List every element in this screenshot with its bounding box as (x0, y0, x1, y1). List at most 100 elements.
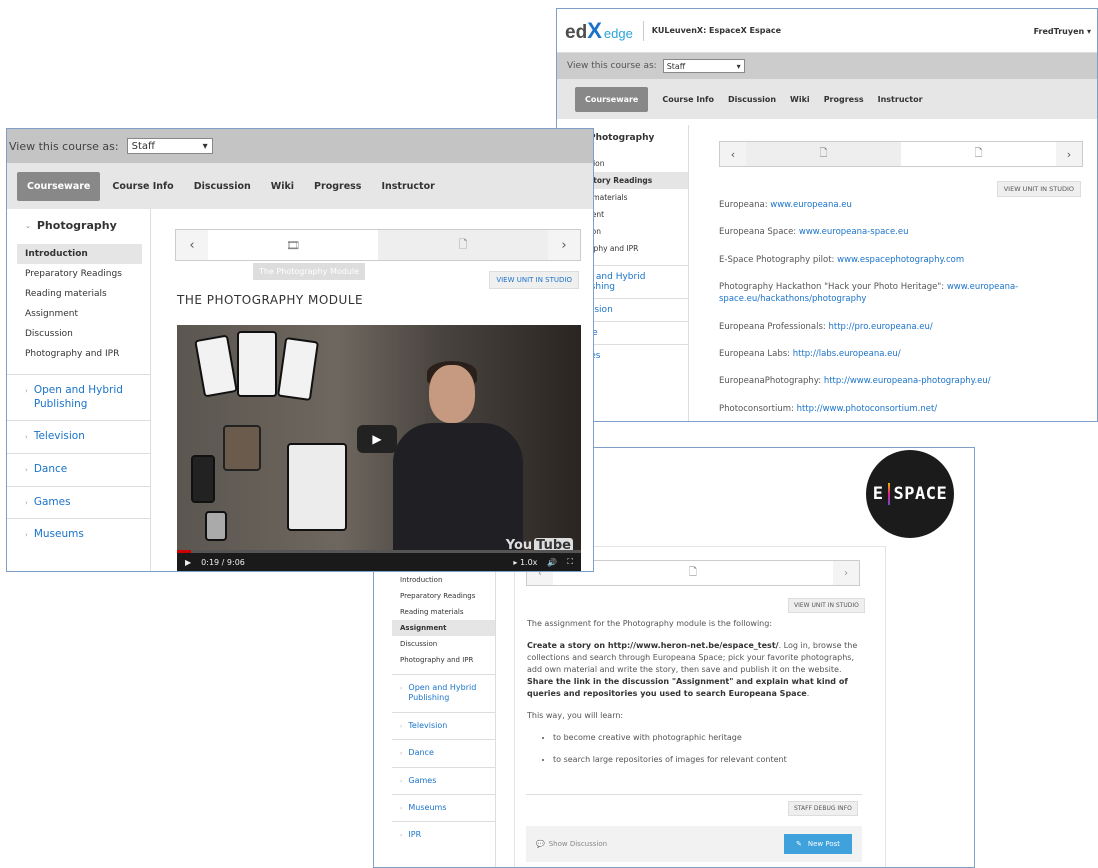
link[interactable]: http://labs.europeana.eu/ (793, 349, 901, 359)
sequence-tab-video[interactable]: 🎞 (208, 230, 378, 260)
view-unit-in-studio-button[interactable]: VIEW UNIT IN STUDIO (788, 598, 865, 613)
outline-item-preparatory-readings[interactable]: Preparatory Readings (392, 588, 495, 604)
phone-image (191, 455, 215, 503)
outline-item-assignment[interactable]: Assignment (7, 304, 142, 324)
course-name: KULeuvenX: EspaceX Espace (651, 26, 782, 35)
speaker (393, 361, 523, 571)
unit-title: THE PHOTOGRAPHY MODULE (177, 293, 364, 307)
chevron-right-icon: › (400, 685, 403, 692)
screenshot-photography-module: View this course as: Staff ▾ Courseware C… (6, 128, 594, 572)
list-item: Europeana Space: www.europeana-space.eu (719, 227, 909, 238)
volume-icon[interactable]: 🔊 (547, 558, 557, 567)
outline-item-discussion[interactable]: Discussion (7, 324, 142, 344)
next-unit-button[interactable]: › (548, 230, 580, 260)
outline-section-television[interactable]: › Television (392, 711, 495, 739)
outline-item-photography-ipr[interactable]: Photography and IPR (392, 652, 495, 668)
assignment-instructions: Create a story on http://www.heron-net.b… (527, 641, 858, 698)
heron-net-link[interactable]: http://www.heron-net.be/espace_test/ (608, 641, 779, 650)
link[interactable]: www.espacephotography.com (837, 255, 964, 265)
video-player[interactable]: ▶ You Tube ▶ 0:19 / 9:06 ▸ 1.0x 🔊 ⛶ (177, 325, 581, 571)
dropdown-arrow-icon: ▾ (202, 140, 208, 152)
discussion-bar: 💬 Show Discussion ✎ New Post (526, 826, 862, 862)
tab-course-info[interactable]: Course Info (112, 181, 173, 192)
outline-section-ipr[interactable]: › IPR (392, 821, 495, 848)
outline-item-photography-ipr[interactable]: Photography and IPR (7, 344, 142, 364)
tab-progress[interactable]: Progress (824, 95, 864, 104)
link[interactable]: www.europeana-space.eu (799, 227, 909, 237)
view-unit-in-studio-button[interactable]: VIEW UNIT IN STUDIO (996, 181, 1081, 197)
dropdown-arrow-icon: ▾ (736, 61, 741, 71)
tab-wiki[interactable]: Wiki (271, 181, 294, 192)
tab-course-info[interactable]: Course Info (662, 95, 714, 104)
link[interactable]: http://pro.europeana.eu/ (828, 322, 932, 332)
link[interactable]: www.europeana.eu (770, 200, 852, 210)
edx-edge-logo[interactable]: ed Xedge (565, 18, 633, 44)
outline-item-discussion[interactable]: Discussion (392, 636, 495, 652)
document-icon: 🗋 (688, 566, 698, 578)
tab-courseware[interactable]: Courseware (575, 86, 649, 112)
outline-item-assignment[interactable]: Assignment (392, 620, 495, 636)
outline-item-preparatory-readings[interactable]: Preparatory Readings (7, 264, 142, 284)
tab-discussion[interactable]: Discussion (728, 95, 776, 104)
chevron-right-icon: › (844, 567, 848, 579)
next-unit-button[interactable]: › (833, 561, 859, 585)
outline-section-dance[interactable]: › Dance (7, 452, 150, 486)
fullscreen-icon[interactable]: ⛶ (567, 557, 573, 567)
prev-unit-button[interactable]: ‹ (176, 230, 208, 260)
tab-instructor[interactable]: Instructor (878, 95, 923, 104)
video-controls: ▶ 0:19 / 9:06 ▸ 1.0x 🔊 ⛶ (177, 553, 581, 571)
play-icon[interactable]: ▶ (185, 558, 191, 567)
user-menu[interactable]: FredTruyen ▾ (1034, 27, 1091, 36)
view-as-select[interactable]: Staff ▾ (662, 59, 745, 73)
chapter-title[interactable]: ⌄ Photography (7, 209, 150, 244)
divider (642, 20, 644, 41)
search-europeana-link[interactable]: search Europeana Space (696, 689, 807, 698)
sequence-tab-1[interactable]: 🗋 (746, 142, 901, 166)
assignment-content: The assignment for the Photography modul… (527, 618, 861, 776)
outline-section-dance[interactable]: › Dance (392, 739, 495, 766)
view-as-label: View this course as: (9, 139, 119, 153)
chevron-right-icon: › (25, 465, 28, 474)
play-button[interactable]: ▶ (357, 425, 397, 453)
resource-links: Europeana: www.europeana.eu Europeana Sp… (719, 199, 1049, 421)
outline-section-museums[interactable]: › Museums (7, 518, 150, 551)
outline-section-games[interactable]: › Games (7, 485, 150, 519)
sequence-tab-2[interactable]: 🗋 (901, 142, 1056, 166)
outline-item-reading-materials[interactable]: Reading materials (392, 604, 495, 620)
staff-debug-info-button[interactable]: STAFF DEBUG INFO (788, 801, 858, 816)
outline-item-introduction[interactable]: Introduction (392, 572, 495, 588)
tab-wiki[interactable]: Wiki (790, 95, 810, 104)
edit-icon: ✎ (795, 840, 802, 848)
chevron-right-icon: › (1066, 147, 1072, 161)
outline-item-introduction[interactable]: Introduction (17, 244, 142, 264)
tab-discussion[interactable]: Discussion (194, 181, 251, 192)
chevron-right-icon: › (400, 777, 403, 785)
prev-unit-button[interactable]: ‹ (720, 142, 746, 166)
link[interactable]: http://www.photoconsortium.net/ (797, 404, 938, 414)
show-discussion-button[interactable]: 💬 Show Discussion (536, 840, 607, 848)
outline-section-publishing[interactable]: › Open and Hybrid Publishing (392, 674, 495, 712)
outline-section-museums[interactable]: › Museums (392, 793, 495, 821)
view-unit-in-studio-button[interactable]: VIEW UNIT IN STUDIO (489, 271, 579, 289)
next-unit-button[interactable]: › (1056, 142, 1082, 166)
view-as-select[interactable]: Staff ▾ (126, 138, 213, 154)
tab-progress[interactable]: Progress (314, 181, 361, 192)
sequence-tab[interactable]: 🗋 (553, 561, 833, 585)
outline-section-games[interactable]: › Games (392, 766, 495, 794)
tab-instructor[interactable]: Instructor (381, 181, 434, 192)
link[interactable]: http://www.europeana-photography.eu/ (824, 376, 991, 386)
sequence-tooltip: The Photography Module (253, 263, 366, 280)
course-tabs: Courseware Course Info Discussion Wiki P… (7, 163, 593, 209)
tab-courseware[interactable]: Courseware (17, 171, 101, 201)
sequence-tab-document[interactable]: 🗋 (378, 230, 548, 260)
outline-section-television[interactable]: › Television (7, 420, 150, 453)
chevron-left-icon: ‹ (730, 147, 736, 161)
list-item: to become creative with photographic her… (553, 732, 861, 744)
outline-section-publishing[interactable]: › Open and Hybrid Publishing (7, 374, 150, 420)
phone-image (237, 331, 277, 397)
list-item: Europeana Professionals: http://pro.euro… (719, 321, 933, 332)
outline-item-reading-materials[interactable]: Reading materials (7, 284, 142, 304)
speed-button[interactable]: ▸ 1.0x (513, 558, 537, 567)
course-outline: ⌄ Photography Introduction Preparatory Re… (7, 209, 151, 571)
new-post-button[interactable]: ✎ New Post (783, 834, 852, 854)
